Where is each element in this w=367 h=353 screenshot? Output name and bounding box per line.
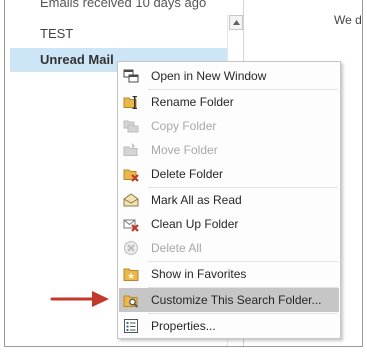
menu-item-label: Customize This Search Folder... (151, 293, 322, 307)
folder-context-menu: Open in New Window Rename Folder Copy Fo… (117, 61, 341, 339)
favorites-icon (123, 268, 139, 281)
copy-folder-icon (123, 120, 139, 133)
open-window-icon (123, 69, 139, 83)
folder-item-emails-received[interactable]: Emails received 10 days ago (10, 0, 228, 15)
rename-folder-icon (123, 96, 137, 109)
menu-item-properties[interactable]: Properties... (119, 314, 339, 338)
pointer-arrow-icon (50, 291, 109, 307)
menu-item-move-folder[interactable]: Move Folder (119, 138, 339, 162)
properties-icon (124, 319, 138, 333)
scroll-up-arrow-icon (232, 20, 240, 25)
menu-item-clean-up-folder[interactable]: Clean Up Folder (119, 212, 339, 236)
folder-item-test[interactable]: TEST (10, 22, 228, 46)
menu-item-label: Properties... (151, 319, 216, 333)
menu-item-delete-folder[interactable]: Delete Folder (119, 162, 339, 186)
menu-item-copy-folder[interactable]: Copy Folder (119, 114, 339, 138)
menu-item-label: Show in Favorites (151, 267, 247, 281)
clean-up-icon (123, 219, 139, 232)
menu-item-show-in-favorites[interactable]: Show in Favorites (119, 262, 339, 286)
outlook-window: Emails received 10 days ago TEST Unread … (0, 0, 367, 353)
menu-item-customize-search-folder[interactable]: Customize This Search Folder... (119, 288, 339, 312)
menu-item-open-in-new-window[interactable]: Open in New Window (119, 64, 339, 88)
menu-item-label: Open in New Window (151, 69, 267, 83)
menu-item-label: Rename Folder (151, 95, 234, 109)
menu-item-label: Delete All (151, 241, 202, 255)
move-folder-icon (123, 143, 138, 156)
mark-read-icon (123, 193, 139, 207)
menu-item-label: Delete Folder (151, 167, 224, 181)
menu-item-mark-all-as-read[interactable]: Mark All as Read (119, 188, 339, 212)
menu-item-rename-folder[interactable]: Rename Folder (119, 90, 339, 114)
menu-item-label: Copy Folder (151, 119, 217, 133)
reading-pane-text: We d (334, 13, 362, 27)
customize-search-folder-icon (123, 295, 139, 308)
delete-all-icon (124, 241, 138, 255)
menu-item-label: Clean Up Folder (151, 217, 239, 231)
scroll-up-button[interactable] (229, 15, 243, 30)
menu-item-label: Mark All as Read (151, 193, 242, 207)
menu-item-delete-all[interactable]: Delete All (119, 236, 339, 260)
menu-item-label: Move Folder (151, 143, 218, 157)
delete-folder-icon (123, 169, 139, 182)
